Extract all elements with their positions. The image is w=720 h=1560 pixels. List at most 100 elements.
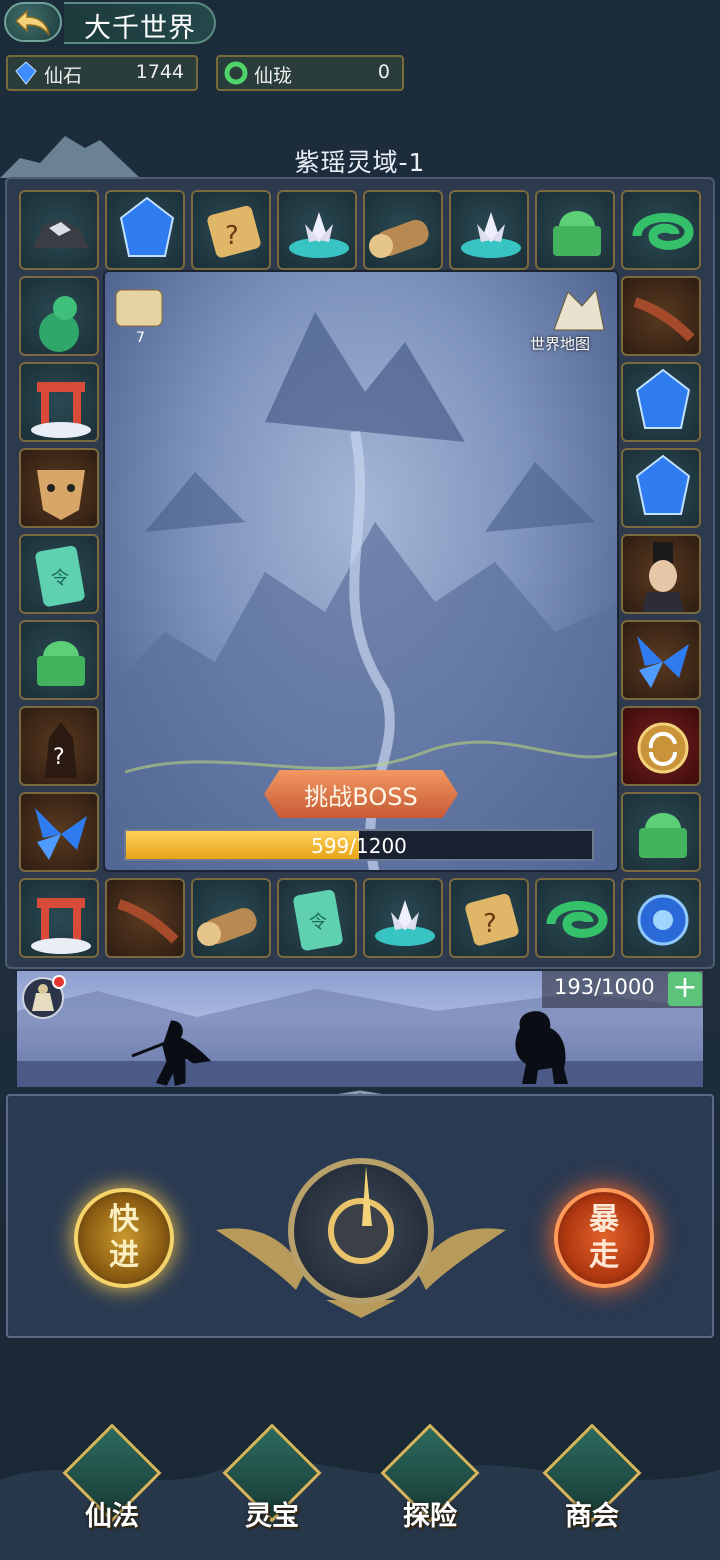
sorcerer-portrait-icon: [642, 542, 684, 612]
tile-sorcerer-portrait[interactable]: [621, 534, 701, 614]
blue-crystal-icon: [119, 196, 175, 257]
nav-label: 商会: [565, 1501, 619, 1532]
tile-jade-seal[interactable]: [535, 190, 615, 270]
svg-text:?: ?: [225, 221, 239, 251]
tile-lotus[interactable]: [277, 190, 357, 270]
boss-progress-bar: 599/1200: [124, 829, 594, 861]
currency-value: 0: [377, 61, 390, 83]
world-map-label[interactable]: 世界地图: [530, 333, 590, 354]
wood-log-icon: [369, 219, 429, 258]
blue-crystal-icon: [635, 454, 691, 515]
back-button[interactable]: [4, 2, 62, 42]
add-energy-button[interactable]: +: [668, 972, 702, 1006]
svg-text:?: ?: [53, 745, 65, 770]
tile-wood-log[interactable]: [363, 190, 443, 270]
scroll-icon[interactable]: [112, 284, 172, 334]
tile-blue-butterfly[interactable]: [19, 792, 99, 872]
mystery-figure-icon: ?: [45, 722, 77, 778]
scroll-count: 7: [136, 330, 145, 346]
jade-token-icon: 令: [293, 889, 343, 951]
blue-orb-icon: [637, 894, 689, 946]
gate-icon: [31, 382, 91, 438]
tile-tiger-mask[interactable]: [19, 448, 99, 528]
tile-gourd[interactable]: [19, 276, 99, 356]
challenge-boss-button[interactable]: 挑战BOSS: [264, 770, 458, 818]
page-title: 大千世界: [84, 13, 196, 44]
gourd-icon: [39, 296, 79, 352]
tile-mystery-scroll[interactable]: ?: [449, 878, 529, 958]
tile-lotus[interactable]: [363, 878, 443, 958]
jade-token-icon: 令: [35, 545, 85, 607]
nav-spells[interactable]: 仙法: [62, 1423, 162, 1542]
tile-jade-token[interactable]: 令: [277, 878, 357, 958]
tile-blue-orb[interactable]: [621, 878, 701, 958]
tile-blue-butterfly[interactable]: [621, 620, 701, 700]
monster-silhouette: [515, 1011, 568, 1084]
tile-centipede[interactable]: [105, 878, 185, 958]
lotus-icon: [289, 212, 349, 258]
region-title: 紫瑶灵域-1: [294, 148, 426, 177]
currency-value: 1744: [135, 61, 184, 83]
notification-dot: [52, 975, 66, 989]
tile-blue-crystal[interactable]: [105, 190, 185, 270]
blue-butterfly-icon: [35, 808, 87, 860]
nav-adventure[interactable]: 探险: [380, 1423, 480, 1542]
nav-label: 探险: [403, 1501, 457, 1532]
svg-text:?: ?: [483, 909, 497, 939]
tile-lotus[interactable]: [449, 190, 529, 270]
svg-text:令: 令: [309, 912, 327, 933]
mystery-scroll-icon: ?: [207, 205, 261, 258]
gate-icon: [31, 898, 91, 954]
bag-button[interactable]: [22, 975, 66, 1019]
nav-treasures[interactable]: 灵宝: [222, 1423, 322, 1542]
nav-label: 灵宝: [245, 1501, 299, 1532]
blue-butterfly-icon: [637, 636, 689, 688]
nav-shop[interactable]: 商会: [542, 1423, 642, 1542]
nav-label: 仙法: [85, 1501, 139, 1532]
tile-mystery-figure[interactable]: ?: [19, 706, 99, 786]
tile-jade-ring[interactable]: [535, 878, 615, 958]
blue-gem-icon: [15, 61, 37, 85]
jade-ring-icon: [546, 901, 608, 938]
refresh-icon: [637, 722, 689, 774]
tile-refresh[interactable]: [621, 706, 701, 786]
energy-counter: 193/1000 +: [542, 970, 704, 1008]
jade-dragon-seal-icon: [553, 211, 601, 256]
tile-jade-seal[interactable]: [19, 620, 99, 700]
rampage-button[interactable]: 暴走: [554, 1188, 654, 1288]
tile-blue-crystal[interactable]: [621, 362, 701, 442]
wood-log-icon: [197, 907, 257, 946]
centipede-icon: [633, 297, 695, 342]
mystery-scroll-icon: ?: [465, 893, 519, 946]
tile-wood-log[interactable]: [191, 878, 271, 958]
blue-crystal-icon: [635, 368, 691, 429]
tile-gate[interactable]: [19, 362, 99, 442]
tile-mystery-scroll[interactable]: ?: [191, 190, 271, 270]
lotus-icon: [461, 212, 521, 258]
currency-xianlong: 仙珑 0: [216, 55, 404, 91]
tile-ore[interactable]: [19, 190, 99, 270]
back-arrow-icon: [14, 9, 50, 36]
tile-gate[interactable]: [19, 878, 99, 958]
jade-ring-icon: [632, 213, 694, 250]
green-jade-ring-icon: [224, 61, 248, 85]
auto-battle-compass[interactable]: [288, 1158, 434, 1304]
tile-centipede[interactable]: [621, 276, 701, 356]
tile-blue-crystal[interactable]: [621, 448, 701, 528]
ore-icon: [33, 220, 89, 248]
fast-forward-button[interactable]: 快进: [74, 1188, 174, 1288]
centipede-icon: [117, 899, 179, 944]
tile-jade-ring[interactable]: [621, 190, 701, 270]
world-map-icon[interactable]: [546, 286, 608, 334]
compass-needle-icon: [362, 1166, 372, 1226]
tile-jade-token[interactable]: 令: [19, 534, 99, 614]
svg-text:令: 令: [51, 568, 69, 589]
progress-text: 599/1200: [311, 834, 407, 858]
tiger-mask-icon: [37, 470, 85, 520]
jade-dragon-seal-icon: [37, 641, 85, 686]
jade-dragon-seal-icon: [639, 813, 687, 858]
energy-text: 193/1000: [554, 975, 655, 999]
currency-xianshi: 仙石 1744: [6, 55, 198, 91]
tile-jade-seal[interactable]: [621, 792, 701, 872]
lotus-icon: [375, 900, 435, 946]
